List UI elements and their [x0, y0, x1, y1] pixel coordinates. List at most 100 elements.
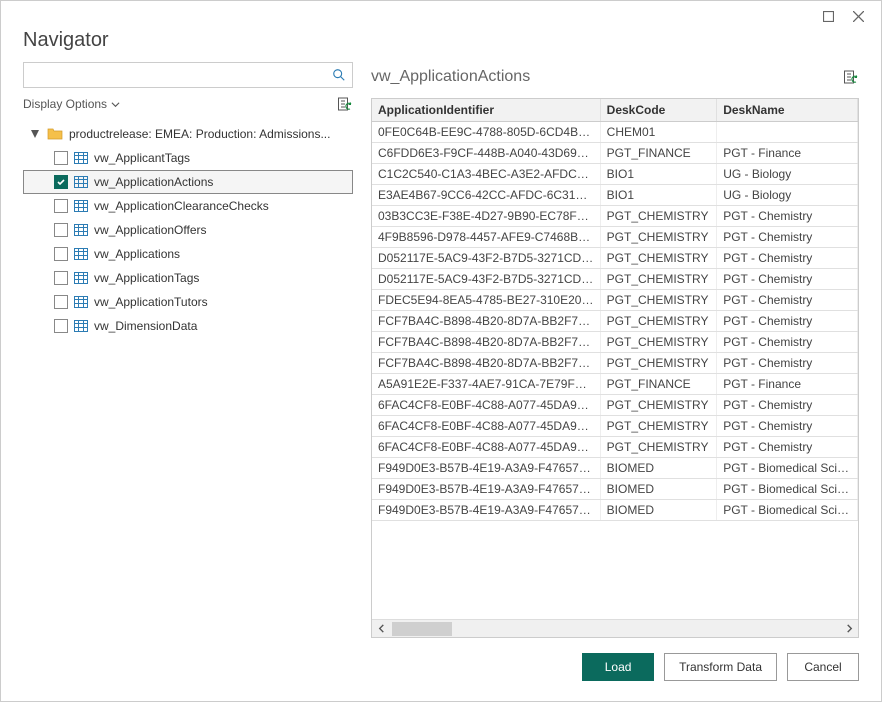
- table-cell: UG - Biology: [717, 185, 858, 206]
- tree-item[interactable]: vw_DimensionData: [23, 314, 353, 338]
- table-cell: FDEC5E94-8EA5-4785-BE27-310E2052A047: [372, 290, 600, 311]
- table-cell: PGT - Biomedical Sciences: [717, 500, 858, 521]
- table-cell: PGT - Chemistry: [717, 395, 858, 416]
- table-row[interactable]: C6FDD6E3-F9CF-448B-A040-43D698CD7FF5PGT_…: [372, 143, 858, 164]
- table-row[interactable]: 6FAC4CF8-E0BF-4C88-A077-45DA981AFDC8PGT_…: [372, 395, 858, 416]
- tree-item-checkbox[interactable]: [54, 271, 68, 285]
- tree-item-checkbox[interactable]: [54, 223, 68, 237]
- table-cell: PGT - Chemistry: [717, 353, 858, 374]
- tree-item[interactable]: vw_ApplicantTags: [23, 146, 353, 170]
- table-cell: 0FE0C64B-EE9C-4788-805D-6CD4BFE1216A: [372, 122, 600, 143]
- table-cell: UG - Biology: [717, 164, 858, 185]
- navigator-left-pane: Display Options: [23, 62, 353, 639]
- table-cell: PGT_CHEMISTRY: [600, 395, 717, 416]
- tree-item-checkbox[interactable]: [54, 151, 68, 165]
- preview-grid-wrap: ApplicationIdentifierDeskCodeDeskName 0F…: [371, 98, 859, 638]
- table-row[interactable]: A5A91E2E-F337-4AE7-91CA-7E79FC67236CPGT_…: [372, 374, 858, 395]
- table-cell: PGT - Chemistry: [717, 437, 858, 458]
- table-row[interactable]: FDEC5E94-8EA5-4785-BE27-310E2052A047PGT_…: [372, 290, 858, 311]
- refresh-preview-button[interactable]: [843, 69, 859, 85]
- tree-item-checkbox[interactable]: [54, 319, 68, 333]
- tree-item-label: vw_ApplicationClearanceChecks: [94, 199, 348, 213]
- tree-item-checkbox[interactable]: [54, 295, 68, 309]
- display-options-dropdown[interactable]: Display Options: [23, 97, 120, 111]
- table-row[interactable]: 0FE0C64B-EE9C-4788-805D-6CD4BFE1216ACHEM…: [372, 122, 858, 143]
- table-cell: PGT_CHEMISTRY: [600, 206, 717, 227]
- table-cell: 6FAC4CF8-E0BF-4C88-A077-45DA981AFDC8: [372, 437, 600, 458]
- table-row[interactable]: F949D0E3-B57B-4E19-A3A9-F4765731D88BBIOM…: [372, 458, 858, 479]
- tree-item[interactable]: vw_ApplicationTutors: [23, 290, 353, 314]
- table-icon: [74, 200, 88, 212]
- refresh-tree-button[interactable]: [337, 96, 353, 112]
- table-row[interactable]: FCF7BA4C-B898-4B20-8D7A-BB2F73AF3827PGT_…: [372, 311, 858, 332]
- tree-item-checkbox[interactable]: [54, 199, 68, 213]
- tree-item-checkbox[interactable]: [54, 175, 68, 189]
- table-icon: [74, 320, 88, 332]
- horizontal-scrollbar[interactable]: [372, 619, 858, 637]
- table-row[interactable]: E3AE4B67-9CC6-42CC-AFDC-6C316F2E069ABIO1…: [372, 185, 858, 206]
- table-icon: [74, 296, 88, 308]
- table-cell: PGT - Chemistry: [717, 311, 858, 332]
- table-cell: D052117E-5AC9-43F2-B7D5-3271CD855D07: [372, 269, 600, 290]
- table-row[interactable]: 6FAC4CF8-E0BF-4C88-A077-45DA981AFDC8PGT_…: [372, 416, 858, 437]
- scroll-right-arrow[interactable]: [840, 620, 858, 637]
- folder-icon: [47, 127, 63, 141]
- table-row[interactable]: D052117E-5AC9-43F2-B7D5-3271CD855D07PGT_…: [372, 269, 858, 290]
- tree-item[interactable]: vw_Applications: [23, 242, 353, 266]
- table-cell: PGT_CHEMISTRY: [600, 332, 717, 353]
- tree-item-label: vw_ApplicationOffers: [94, 223, 348, 237]
- table-cell: PGT - Chemistry: [717, 206, 858, 227]
- maximize-button[interactable]: [813, 5, 843, 27]
- scrollbar-thumb[interactable]: [392, 622, 452, 636]
- column-header[interactable]: DeskName: [717, 99, 858, 122]
- tree-item-checkbox[interactable]: [54, 247, 68, 261]
- table-row[interactable]: 03B3CC3E-F38E-4D27-9B90-EC78FF465D20PGT_…: [372, 206, 858, 227]
- table-cell: PGT_FINANCE: [600, 143, 717, 164]
- load-button[interactable]: Load: [582, 653, 654, 681]
- table-row[interactable]: F949D0E3-B57B-4E19-A3A9-F4765731D88BBIOM…: [372, 479, 858, 500]
- table-row[interactable]: D052117E-5AC9-43F2-B7D5-3271CD855D07PGT_…: [372, 248, 858, 269]
- table-row[interactable]: FCF7BA4C-B898-4B20-8D7A-BB2F73AF3827PGT_…: [372, 332, 858, 353]
- preview-grid[interactable]: ApplicationIdentifierDeskCodeDeskName 0F…: [372, 99, 858, 521]
- table-row[interactable]: C1C2C540-C1A3-4BEC-A3E2-AFDCCBBF7C58BIO1…: [372, 164, 858, 185]
- column-header[interactable]: DeskCode: [600, 99, 717, 122]
- table-icon: [74, 176, 88, 188]
- tree-item-label: vw_ApplicationActions: [94, 175, 348, 189]
- scroll-left-arrow[interactable]: [372, 620, 390, 637]
- tree-root-item[interactable]: productrelease: EMEA: Production: Admiss…: [23, 122, 353, 146]
- table-cell: 03B3CC3E-F38E-4D27-9B90-EC78FF465D20: [372, 206, 600, 227]
- table-cell: F949D0E3-B57B-4E19-A3A9-F4765731D88B: [372, 500, 600, 521]
- tree-item-label: vw_Applications: [94, 247, 348, 261]
- table-cell: CHEM01: [600, 122, 717, 143]
- table-cell: [717, 122, 858, 143]
- collapse-icon[interactable]: [29, 129, 41, 139]
- table-cell: PGT - Chemistry: [717, 290, 858, 311]
- dialog-title: Navigator: [1, 27, 881, 62]
- table-row[interactable]: 4F9B8596-D978-4457-AFE9-C7468B06AF54PGT_…: [372, 227, 858, 248]
- table-cell: PGT_CHEMISTRY: [600, 416, 717, 437]
- cancel-button[interactable]: Cancel: [787, 653, 859, 681]
- search-input[interactable]: [28, 66, 330, 84]
- table-cell: F949D0E3-B57B-4E19-A3A9-F4765731D88B: [372, 479, 600, 500]
- table-row[interactable]: F949D0E3-B57B-4E19-A3A9-F4765731D88BBIOM…: [372, 500, 858, 521]
- table-row[interactable]: 6FAC4CF8-E0BF-4C88-A077-45DA981AFDC8PGT_…: [372, 437, 858, 458]
- table-cell: 4F9B8596-D978-4457-AFE9-C7468B06AF54: [372, 227, 600, 248]
- table-cell: PGT_FINANCE: [600, 374, 717, 395]
- table-cell: C1C2C540-C1A3-4BEC-A3E2-AFDCCBBF7C58: [372, 164, 600, 185]
- table-icon: [74, 152, 88, 164]
- column-header[interactable]: ApplicationIdentifier: [372, 99, 600, 122]
- tree-item[interactable]: vw_ApplicationActions: [23, 170, 353, 194]
- table-icon: [74, 224, 88, 236]
- tree-item[interactable]: vw_ApplicationOffers: [23, 218, 353, 242]
- transform-data-button[interactable]: Transform Data: [664, 653, 777, 681]
- table-cell: PGT - Finance: [717, 143, 858, 164]
- search-icon[interactable]: [330, 68, 348, 82]
- table-icon: [74, 248, 88, 260]
- tree-item[interactable]: vw_ApplicationClearanceChecks: [23, 194, 353, 218]
- tree-root-label: productrelease: EMEA: Production: Admiss…: [69, 127, 349, 141]
- table-row[interactable]: FCF7BA4C-B898-4B20-8D7A-BB2F73AF3827PGT_…: [372, 353, 858, 374]
- window-titlebar: [1, 1, 881, 27]
- tree-item[interactable]: vw_ApplicationTags: [23, 266, 353, 290]
- search-row: [23, 62, 353, 88]
- close-button[interactable]: [843, 5, 873, 27]
